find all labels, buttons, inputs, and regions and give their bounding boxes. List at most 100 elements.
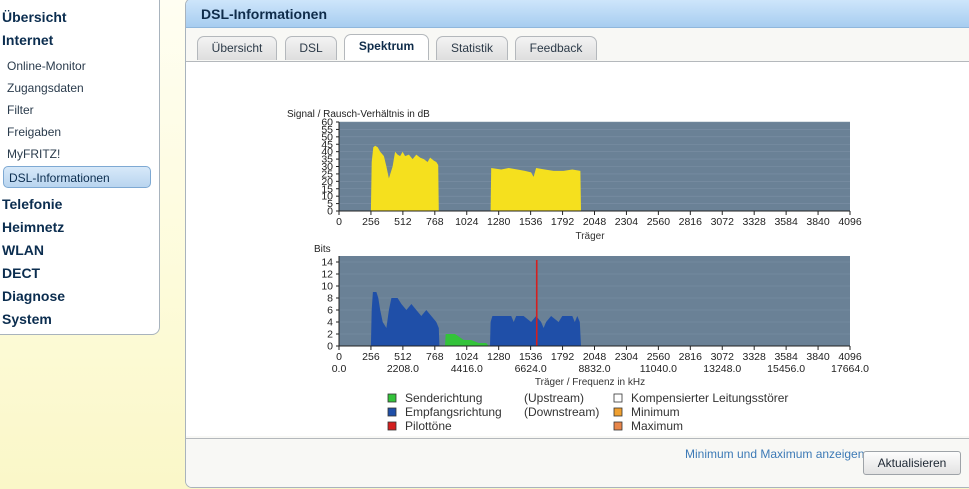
nav-sub-online-monitor[interactable]: Online-Monitor bbox=[7, 59, 86, 73]
snr-x-tick-label: 3072 bbox=[711, 216, 735, 228]
tab-uebersicht[interactable]: Übersicht bbox=[197, 36, 277, 60]
bits-y-tick-label: 0 bbox=[327, 341, 333, 353]
bits-y-tick-label: 10 bbox=[321, 281, 333, 293]
spectrum-content: Signal / Rausch-Verhältnis in dB 0 5 10 15 2… bbox=[186, 62, 969, 461]
bits-y-tick-label: 8 bbox=[327, 293, 333, 305]
nav-item-wlan[interactable]: WLAN bbox=[2, 242, 44, 258]
snr-x-tick-label: 2048 bbox=[583, 216, 607, 228]
nav-sub-myfritz[interactable]: MyFRITZ! bbox=[7, 147, 60, 161]
sidebar-nav: Übersicht Internet Online-Monitor Zugang… bbox=[0, 0, 160, 335]
bits-chart: 02468101214 0 256 512 768 1024 1280 1536 1792 204… bbox=[321, 256, 869, 375]
bits-x-tick-label: 1280 bbox=[487, 351, 511, 363]
bits-series-empfangsrichtung-area bbox=[490, 316, 581, 346]
legend-direction-0: (Upstream) bbox=[524, 391, 584, 405]
snr-x-tick-label: 2560 bbox=[647, 216, 671, 228]
snr-x-tick-label: 1536 bbox=[519, 216, 543, 228]
bits-x-tick-label: 1024 bbox=[455, 351, 479, 363]
nav-sub-zugangsdaten[interactable]: Zugangsdaten bbox=[7, 81, 84, 95]
bits-x-tick-label: 2560 bbox=[647, 351, 671, 363]
nav-item-telefonie[interactable]: Telefonie bbox=[2, 196, 62, 212]
snr-x-tick-label: 1024 bbox=[455, 216, 479, 228]
nav-item-uebersicht[interactable]: Übersicht bbox=[2, 9, 67, 25]
footer-divider bbox=[186, 438, 969, 439]
snr-y-tick-label: 60 bbox=[321, 117, 333, 129]
snr-x-tick-label: 1280 bbox=[487, 216, 511, 228]
tab-dsl[interactable]: DSL bbox=[285, 36, 337, 60]
spectrum-legend: Senderichtung (Upstream) Empfangsrichtung (… bbox=[387, 391, 788, 433]
bits-x-tick-label: 1792 bbox=[551, 351, 575, 363]
nav-item-heimnetz[interactable]: Heimnetz bbox=[2, 219, 64, 235]
legend-swatch-4 bbox=[613, 407, 623, 417]
bits-chart-title: Bits bbox=[314, 244, 331, 255]
legend-swatch-5 bbox=[613, 421, 623, 431]
nav-item-system[interactable]: System bbox=[2, 311, 52, 327]
panel-body: Übersicht DSL Spektrum Statistik Feedbac… bbox=[186, 28, 969, 487]
bits-x-tick-label: 512 bbox=[394, 351, 412, 363]
legend-swatch-0 bbox=[387, 393, 397, 403]
legend-swatch-3 bbox=[613, 393, 623, 403]
bits-x-tick-label: 2816 bbox=[679, 351, 703, 363]
nav-item-internet[interactable]: Internet bbox=[2, 32, 53, 48]
snr-x-tick-label: 512 bbox=[394, 216, 412, 228]
tab-statistik[interactable]: Statistik bbox=[436, 36, 508, 60]
bits-freq-tick-label: 2208.0 bbox=[387, 363, 419, 375]
legend-label-5: Maximum bbox=[631, 419, 683, 433]
legend-label-1: Empfangsrichtung bbox=[405, 405, 502, 419]
nav-item-diagnose[interactable]: Diagnose bbox=[2, 288, 65, 304]
snr-x-tick-label: 2304 bbox=[615, 216, 639, 228]
nav-sub-filter[interactable]: Filter bbox=[7, 103, 34, 117]
nav-sub-dsl-informationen[interactable]: DSL-Informationen bbox=[3, 166, 151, 188]
legend-label-0: Senderichtung bbox=[405, 391, 482, 405]
bits-y-tick-label: 12 bbox=[321, 269, 333, 281]
minmax-link[interactable]: Minimum und Maximum anzeigen bbox=[685, 447, 864, 461]
bits-y-tick-label: 14 bbox=[321, 257, 333, 269]
snr-x-tick-label: 3840 bbox=[806, 216, 830, 228]
snr-x-tick-label: 4096 bbox=[838, 216, 862, 228]
snr-x-tick-label: 2816 bbox=[679, 216, 703, 228]
bits-y-tick-label: 4 bbox=[327, 317, 333, 329]
bits-x-tick-label: 3584 bbox=[774, 351, 798, 363]
bits-x-tick-label: 0 bbox=[336, 351, 342, 363]
snr-x-tick-label: 3328 bbox=[743, 216, 767, 228]
bits-y-tick-label: 6 bbox=[327, 305, 333, 317]
page-title: DSL-Informationen bbox=[201, 6, 327, 22]
spectrum-charts: Signal / Rausch-Verhältnis in dB 0510152… bbox=[287, 109, 869, 433]
main-panel: DSL-Informationen Übersicht DSL Spektrum… bbox=[185, 0, 969, 488]
legend-swatch-2 bbox=[387, 421, 397, 431]
bits-freq-tick-label: 15456.0 bbox=[767, 363, 805, 375]
bits-freq-tick-label: 13248.0 bbox=[703, 363, 741, 375]
bits-x-tick-label: 2048 bbox=[583, 351, 607, 363]
bits-freq-tick-label: 6624.0 bbox=[515, 363, 547, 375]
snr-x-tick-label: 0 bbox=[336, 216, 342, 228]
panel-header: DSL-Informationen bbox=[186, 0, 969, 28]
bits-freq-tick-label: 4416.0 bbox=[451, 363, 483, 375]
legend-swatch-1 bbox=[387, 407, 397, 417]
legend-direction-1: (Downstream) bbox=[524, 405, 599, 419]
snr-x-axis-label: Träger bbox=[575, 231, 605, 242]
bits-freq-tick-label: 17664.0 bbox=[831, 363, 869, 375]
snr-x-tick-label: 768 bbox=[426, 216, 444, 228]
bits-x-tick-label: 3072 bbox=[711, 351, 735, 363]
snr-x-tick-label: 3584 bbox=[774, 216, 798, 228]
bits-x-tick-label: 2304 bbox=[615, 351, 639, 363]
bits-x-tick-label: 768 bbox=[426, 351, 444, 363]
tab-spektrum[interactable]: Spektrum bbox=[344, 34, 429, 60]
snr-chart-title: Signal / Rausch-Verhältnis in dB bbox=[287, 109, 430, 120]
bits-x-tick-label: 4096 bbox=[838, 351, 862, 363]
legend-label-2: Pilottöne bbox=[405, 419, 452, 433]
snr-x-tick-label: 1792 bbox=[551, 216, 575, 228]
nav-sub-freigaben[interactable]: Freigaben bbox=[7, 125, 61, 139]
bits-x-axis-label: Träger / Frequenz in kHz bbox=[535, 377, 645, 388]
legend-label-3: Kompensierter Leitungsstörer bbox=[631, 391, 788, 405]
snr-series-snr-area bbox=[490, 168, 581, 211]
refresh-button[interactable]: Aktualisieren bbox=[863, 451, 961, 475]
bits-x-tick-label: 3840 bbox=[806, 351, 830, 363]
tab-feedback[interactable]: Feedback bbox=[515, 36, 597, 60]
bits-freq-tick-label: 11040.0 bbox=[640, 363, 677, 375]
bits-freq-tick-label: 8832.0 bbox=[578, 363, 610, 375]
legend-label-4: Minimum bbox=[631, 405, 680, 419]
snr-chart: 0510152025303540455055600 256 512 768 1024 12… bbox=[321, 117, 862, 229]
nav-item-dect[interactable]: DECT bbox=[2, 265, 40, 281]
bits-x-tick-label: 256 bbox=[362, 351, 380, 363]
bits-x-tick-label: 1536 bbox=[519, 351, 543, 363]
